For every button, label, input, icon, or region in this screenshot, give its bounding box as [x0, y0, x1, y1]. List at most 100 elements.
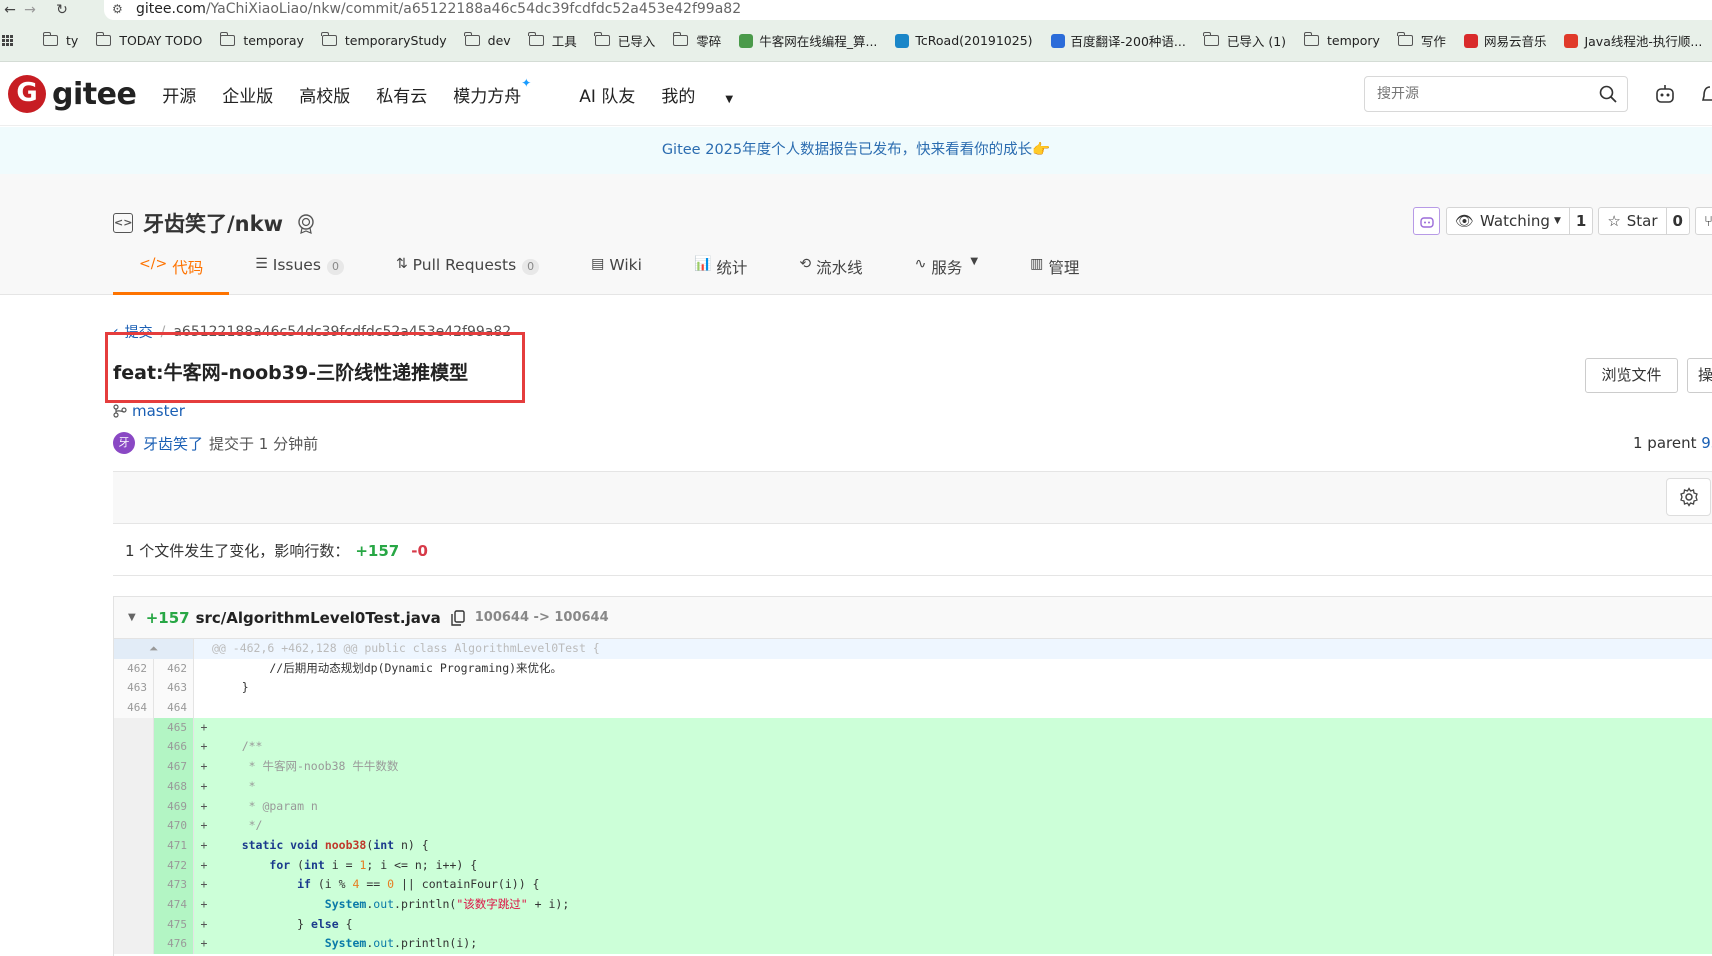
nav-ai-teammate[interactable]: AI 队友 — [579, 82, 635, 107]
nav-private-cloud[interactable]: 私有云 — [376, 82, 427, 107]
new-line-number: 471 — [154, 835, 194, 856]
tab-manage[interactable]: ▥ 管理 — [1004, 256, 1105, 295]
bookmark-label: 牛客网在线编程_算... — [759, 34, 878, 49]
bookmark-label: TODAY TODO — [119, 33, 203, 48]
fork-button[interactable]: ⑂ Fo — [1694, 207, 1712, 235]
star-button[interactable]: ☆ Star — [1598, 207, 1667, 235]
diff-plus-sign: + — [200, 877, 208, 892]
collapse-triangle-icon[interactable]: ▼ — [128, 612, 136, 623]
diff-context-line: 463 463 } — [114, 678, 1712, 699]
code-line: static void noob38(int n) { — [241, 837, 429, 852]
file-diff: ▼ +157 src/AlgorithmLevel0Test.java 1006… — [113, 596, 1712, 956]
code-line: /** — [241, 739, 263, 754]
gitee-logo[interactable]: G gitee — [8, 75, 137, 113]
folder-icon — [219, 32, 236, 46]
bookmark-item[interactable]: 网易云音乐 — [1463, 31, 1546, 50]
robot-icon[interactable] — [1654, 83, 1676, 105]
code-line: //后期用动态规划dp(Dynamic Programing)来优化。 — [214, 660, 563, 675]
new-line-number: 470 — [154, 816, 194, 836]
browse-files-button[interactable]: 浏览文件 — [1585, 358, 1678, 393]
bookmark-item[interactable]: TODAY TODO — [95, 32, 203, 48]
tab-label: Wiki — [609, 256, 642, 274]
search-input[interactable] — [1377, 86, 1597, 102]
bookmark-item[interactable]: 已导入 (1) — [1203, 31, 1286, 50]
bookmark-item[interactable]: 已导入 — [594, 31, 655, 50]
announcement-banner[interactable]: Gitee 2025年度个人数据报告已发布，快来看看你的成长👉 — [0, 127, 1712, 174]
watch-button[interactable]: 👁 Watching ▼ — [1446, 207, 1570, 235]
tab-stats[interactable]: 📊 统计 — [668, 256, 773, 295]
forward-icon[interactable]: → — [20, 0, 40, 20]
address-bar[interactable]: ⚙ gitee.com/YaChiXiaoLiao/nkw/commit/a65… — [104, 0, 1712, 20]
repo-name[interactable]: 牙齿笑了/nkw — [143, 208, 283, 238]
diff-hunk-header: ⏶ @@ -462,6 +462,128 @@ public class Alg… — [114, 639, 1712, 659]
old-line-number — [114, 934, 154, 954]
tab-issues[interactable]: ☰ Issues 0 — [229, 256, 370, 295]
code-line: } — [214, 680, 249, 695]
branch-info[interactable]: master — [113, 402, 185, 420]
code-line: * 牛客网-noob38 牛牛数数 — [214, 759, 399, 774]
file-name[interactable]: src/AlgorithmLevel0Test.java — [196, 609, 441, 627]
bookmark-label: TcRoad(20191025) — [915, 33, 1033, 48]
diff-added-line: 471 + static void noob38(int n) { — [114, 835, 1712, 856]
bookmark-item[interactable]: 零碎 — [672, 31, 721, 50]
diff-plus-sign: + — [200, 798, 208, 813]
watch-count[interactable]: 1 — [1569, 207, 1594, 235]
apps-grid-icon[interactable] — [2, 34, 13, 47]
browser-toolbar: ← → ↻ ⚙ gitee.com/YaChiXiaoLiao/nkw/comm… — [0, 0, 1712, 20]
nav-moark-label: 模力方舟 — [453, 86, 522, 107]
summary-additions: +157 — [355, 542, 400, 560]
bookmark-item[interactable]: dev — [464, 32, 511, 48]
site-settings-icon[interactable]: ⚙ — [112, 2, 128, 16]
parent-hash[interactable]: 95 — [1701, 434, 1712, 452]
code-icon: </> — [139, 256, 168, 272]
bookmark-label: 写作 — [1420, 34, 1446, 49]
bookmark-item[interactable]: TcRoad(20191025) — [895, 33, 1033, 48]
diff-settings-button[interactable] — [1666, 478, 1711, 516]
tab-label: 服务 — [931, 259, 963, 277]
tab-code[interactable]: </> 代码 — [113, 256, 230, 295]
bookmark-label: 百度翻译-200种语... — [1070, 34, 1186, 49]
watch-label: Watching — [1480, 212, 1550, 230]
change-summary: 1 个文件发生了变化，影响行数： +157 -0 — [125, 540, 428, 561]
old-line-number: 463 — [114, 678, 154, 699]
tab-label: Pull Requests — [412, 256, 517, 274]
nav-opensource[interactable]: 开源 — [162, 82, 196, 107]
ai-assistant-button[interactable] — [1413, 207, 1440, 235]
award-badge-icon[interactable] — [295, 212, 317, 234]
bell-icon[interactable] — [1702, 83, 1712, 105]
bookmark-item[interactable]: temporay — [219, 32, 304, 48]
star-count[interactable]: 0 — [1666, 207, 1690, 235]
reload-icon[interactable]: ↻ — [52, 0, 72, 20]
operations-button[interactable]: 操 — [1687, 358, 1712, 393]
bookmark-item[interactable]: 写作 — [1397, 31, 1446, 50]
tab-services[interactable]: ∿ 服务 ▼ — [889, 256, 1004, 295]
nav-enterprise[interactable]: 企业版 — [222, 82, 273, 107]
search-icon[interactable] — [1599, 85, 1617, 103]
tab-pull-requests[interactable]: ⇅ Pull Requests 0 — [370, 256, 565, 295]
bookmark-item[interactable]: temporaryStudy — [321, 32, 447, 48]
nav-mine[interactable]: 我的 ▼ — [661, 82, 759, 107]
tab-label: 统计 — [716, 259, 748, 277]
bookmark-item[interactable]: 工具 — [528, 31, 577, 50]
tab-pipelines[interactable]: ⟲ 流水线 — [773, 256, 888, 295]
nav-moark[interactable]: 模力方舟 ✦ — [453, 76, 547, 107]
back-icon[interactable]: ← — [0, 0, 20, 20]
bookmark-item[interactable]: 百度翻译-200种语... — [1050, 31, 1186, 50]
new-line-number: 469 — [154, 796, 194, 817]
diff-added-line: 468 + * — [114, 776, 1712, 797]
avatar[interactable]: 牙 — [113, 432, 135, 454]
file-diff-header: ▼ +157 src/AlgorithmLevel0Test.java 1006… — [114, 597, 1712, 639]
tab-label: 代码 — [172, 259, 204, 277]
bookmark-item[interactable]: tempory — [1303, 32, 1380, 48]
tab-wiki[interactable]: ▤ Wiki — [565, 256, 668, 295]
bookmark-item[interactable]: Java线程池-执行顺... — [1564, 31, 1702, 50]
expand-up-icon[interactable]: ⏶ — [114, 639, 194, 659]
nav-education[interactable]: 高校版 — [299, 82, 350, 107]
repo-actions: 👁 Watching ▼ 1 ☆ Star 0 ⑂ Fo — [1413, 207, 1712, 235]
bookmark-item[interactable]: 牛客网在线编程_算... — [739, 31, 877, 50]
bookmark-item[interactable]: ty — [42, 32, 78, 48]
new-line-number: 466 — [154, 737, 194, 758]
author-name[interactable]: 牙齿笑了 — [143, 433, 203, 454]
copy-icon[interactable] — [451, 609, 465, 626]
star-icon: ☆ — [1607, 212, 1621, 230]
